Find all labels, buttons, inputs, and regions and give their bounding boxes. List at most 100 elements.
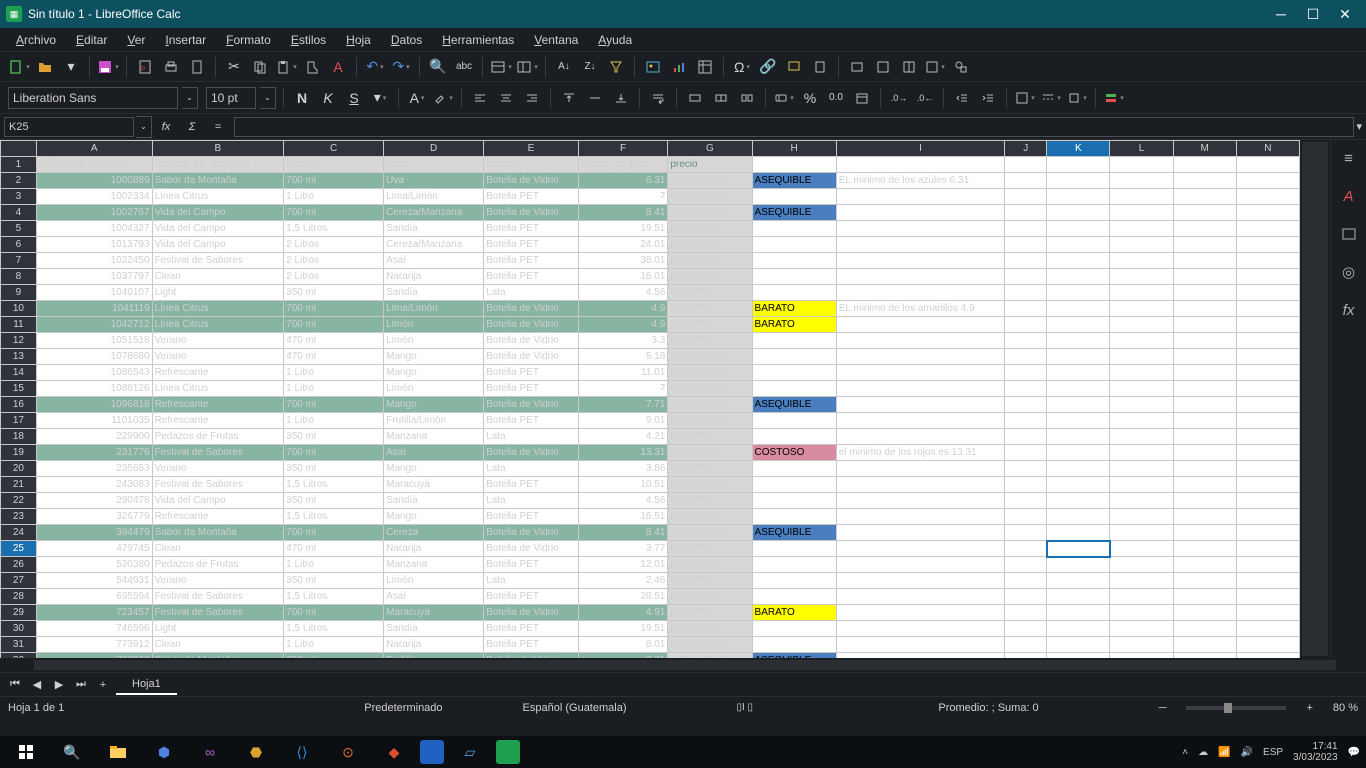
status-calc[interactable]: Promedio: ; Suma: 0: [938, 702, 1038, 714]
find-icon[interactable]: 🔍: [427, 56, 449, 78]
spreadsheet-grid[interactable]: ABCDEFGHIJKLMN1codigo_de_productonombre_…: [0, 140, 1300, 658]
tab-first-icon[interactable]: ⏮: [6, 678, 24, 691]
row-header[interactable]: 6: [1, 237, 37, 253]
align-center-icon[interactable]: [495, 87, 517, 109]
row-header[interactable]: 31: [1, 637, 37, 653]
col-header-L[interactable]: L: [1110, 141, 1173, 157]
merge-center-icon[interactable]: [684, 87, 706, 109]
print-preview-icon[interactable]: [186, 56, 208, 78]
valign-mid-icon[interactable]: [584, 87, 606, 109]
cell-ref-dropdown[interactable]: ⌄: [136, 116, 152, 138]
merge-icon[interactable]: [710, 87, 732, 109]
headers-footers-icon[interactable]: [809, 56, 831, 78]
menu-archivo[interactable]: Archivo: [8, 30, 64, 50]
row-header[interactable]: 22: [1, 493, 37, 509]
row-header[interactable]: 32: [1, 653, 37, 659]
status-language[interactable]: Español (Guatemala): [523, 702, 627, 714]
status-style[interactable]: Predeterminado: [364, 702, 442, 714]
close-button[interactable]: ✕: [1338, 6, 1352, 23]
align-left-icon[interactable]: [469, 87, 491, 109]
explorer-icon[interactable]: [98, 738, 138, 766]
function-wizard-icon[interactable]: fx: [154, 117, 178, 137]
clone-format-icon[interactable]: [301, 56, 323, 78]
navigator-icon[interactable]: ◎: [1337, 260, 1361, 284]
app1-icon[interactable]: ⬢: [144, 738, 184, 766]
sheet-tab-hoja1[interactable]: Hoja1: [116, 675, 177, 695]
row-header[interactable]: 16: [1, 397, 37, 413]
row-header[interactable]: 13: [1, 349, 37, 365]
cut-icon[interactable]: ✂: [223, 56, 245, 78]
cond-format-icon[interactable]: [1103, 87, 1125, 109]
styles-icon[interactable]: A: [1337, 184, 1361, 208]
row-header[interactable]: 1: [1, 157, 37, 173]
bold-icon[interactable]: N: [291, 87, 313, 109]
hyperlink-icon[interactable]: 🔗: [757, 56, 779, 78]
row-header[interactable]: 4: [1, 205, 37, 221]
col-icon[interactable]: [516, 56, 538, 78]
row-header[interactable]: 7: [1, 253, 37, 269]
row-header[interactable]: 30: [1, 621, 37, 637]
clear-format-icon[interactable]: A: [327, 56, 349, 78]
open-icon[interactable]: [34, 56, 56, 78]
row-header[interactable]: 10: [1, 301, 37, 317]
media-icon[interactable]: ⊙: [328, 738, 368, 766]
menu-hoja[interactable]: Hoja: [338, 30, 379, 50]
row-header[interactable]: 15: [1, 381, 37, 397]
font-name-combo[interactable]: Liberation Sans: [8, 87, 178, 109]
valign-top-icon[interactable]: [558, 87, 580, 109]
row-header[interactable]: 9: [1, 285, 37, 301]
zoom-level[interactable]: 80 %: [1333, 702, 1358, 714]
wrap-icon[interactable]: [647, 87, 669, 109]
col-header-M[interactable]: M: [1173, 141, 1236, 157]
menu-datos[interactable]: Datos: [383, 30, 430, 50]
sum-icon[interactable]: Σ: [180, 117, 204, 137]
vs-icon[interactable]: ∞: [190, 738, 230, 766]
row-header[interactable]: 26: [1, 557, 37, 573]
row-header[interactable]: 28: [1, 589, 37, 605]
properties-icon[interactable]: ≡: [1337, 146, 1361, 170]
tab-next-icon[interactable]: ▶: [50, 678, 68, 691]
print-icon[interactable]: [160, 56, 182, 78]
tray-lang[interactable]: ESP: [1263, 747, 1283, 758]
menu-insertar[interactable]: Insertar: [157, 30, 214, 50]
dec-indent-icon[interactable]: [951, 87, 973, 109]
menu-ventana[interactable]: Ventana: [526, 30, 586, 50]
row-header[interactable]: 18: [1, 429, 37, 445]
row-header[interactable]: 14: [1, 365, 37, 381]
align-right-icon[interactable]: [521, 87, 543, 109]
col-header-C[interactable]: C: [284, 141, 384, 157]
tray-notifications-icon[interactable]: 💬: [1348, 747, 1360, 758]
sort-asc-icon[interactable]: A↓: [553, 56, 575, 78]
zoom-slider[interactable]: [1186, 706, 1286, 710]
row-header[interactable]: 29: [1, 605, 37, 621]
redo-icon[interactable]: ↷: [390, 56, 412, 78]
currency-icon[interactable]: [773, 87, 795, 109]
minimize-button[interactable]: ─: [1274, 6, 1288, 23]
border-color-icon[interactable]: [1066, 87, 1088, 109]
unmerge-icon[interactable]: [736, 87, 758, 109]
valign-bot-icon[interactable]: [610, 87, 632, 109]
special-char-icon[interactable]: Ω: [731, 56, 753, 78]
percent-icon[interactable]: %: [799, 87, 821, 109]
font-name-dropdown[interactable]: ⌄: [182, 87, 198, 109]
row-icon[interactable]: [490, 56, 512, 78]
tab-add-icon[interactable]: +: [94, 679, 112, 691]
row-header[interactable]: 12: [1, 333, 37, 349]
spellcheck-icon[interactable]: abc: [453, 56, 475, 78]
app3-icon[interactable]: ⬣: [236, 738, 276, 766]
functions-icon[interactable]: fx: [1337, 298, 1361, 322]
maximize-button[interactable]: ☐: [1306, 6, 1320, 23]
col-header-A[interactable]: A: [36, 141, 152, 157]
shapes-icon[interactable]: [950, 56, 972, 78]
col-header-G[interactable]: G: [668, 141, 752, 157]
sort-desc-icon[interactable]: Z↓: [579, 56, 601, 78]
image-icon[interactable]: [642, 56, 664, 78]
number-icon[interactable]: 0.0: [825, 87, 847, 109]
row-header[interactable]: 2: [1, 173, 37, 189]
font-size-dropdown[interactable]: ⌄: [260, 87, 276, 109]
row-header[interactable]: 24: [1, 525, 37, 541]
book-icon[interactable]: ▱: [450, 738, 490, 766]
define-range-icon[interactable]: [846, 56, 868, 78]
row-header[interactable]: 25: [1, 541, 37, 557]
row-header[interactable]: 17: [1, 413, 37, 429]
